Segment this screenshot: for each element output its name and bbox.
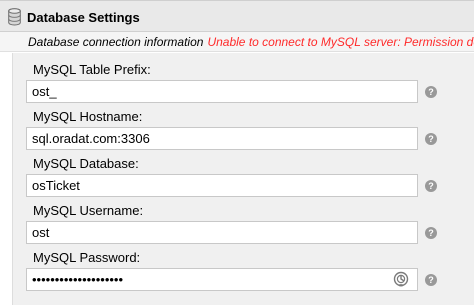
database-label: MySQL Database: xyxy=(33,156,139,171)
hostname-label: MySQL Hostname: xyxy=(33,109,143,124)
password-input[interactable] xyxy=(26,268,418,291)
connection-info: Database connection information Unable to… xyxy=(28,35,474,49)
connection-info-label: Database connection information xyxy=(28,35,204,49)
database-input[interactable] xyxy=(26,174,418,197)
table-prefix-label: MySQL Table Prefix: xyxy=(33,62,151,77)
password-reveal-icon[interactable] xyxy=(393,271,409,287)
password-label: MySQL Password: xyxy=(33,250,141,265)
database-icon xyxy=(8,8,21,26)
connection-info-row: Database connection information Unable to… xyxy=(0,32,474,52)
connection-error-message: Unable to connect to MySQL server: Permi… xyxy=(207,35,474,49)
section-title: Database Settings xyxy=(27,10,140,25)
hostname-input[interactable] xyxy=(26,127,418,150)
username-input[interactable] xyxy=(26,221,418,244)
help-icon[interactable]: ? xyxy=(425,180,437,192)
table-prefix-input[interactable] xyxy=(26,80,418,103)
section-header: Database Settings xyxy=(0,0,474,32)
help-icon[interactable]: ? xyxy=(425,86,437,98)
help-icon[interactable]: ? xyxy=(425,227,437,239)
username-label: MySQL Username: xyxy=(33,203,144,218)
help-icon[interactable]: ? xyxy=(425,274,437,286)
help-icon[interactable]: ? xyxy=(425,133,437,145)
